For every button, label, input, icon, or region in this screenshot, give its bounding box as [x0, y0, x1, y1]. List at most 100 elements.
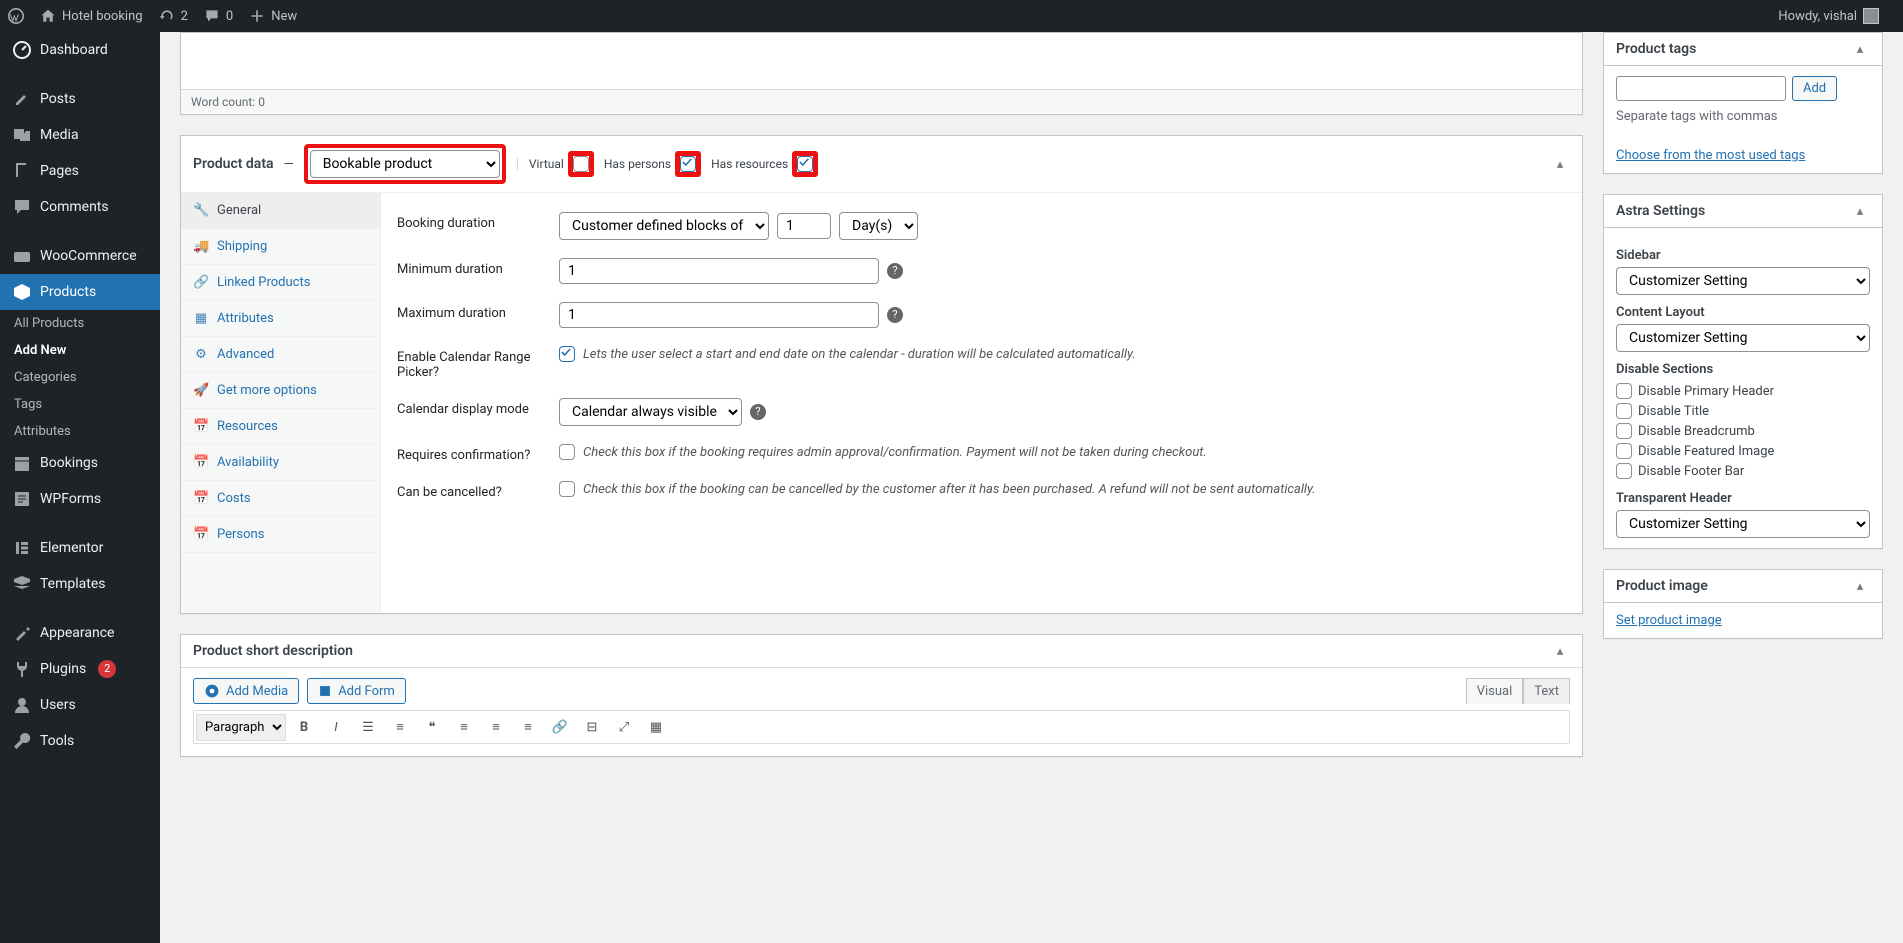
product-type-highlight: Bookable product — [304, 144, 506, 184]
astra-sidebar-select[interactable]: Customizer Setting — [1616, 267, 1870, 295]
align-right-icon[interactable]: ≡ — [514, 713, 542, 741]
tab-linked[interactable]: 🔗Linked Products — [181, 265, 380, 301]
booking-duration-unit[interactable]: Day(s) — [839, 212, 918, 240]
submenu-tags[interactable]: Tags — [0, 391, 160, 418]
collapse-icon[interactable]: ▴ — [1550, 644, 1570, 659]
align-left-icon[interactable]: ≡ — [450, 713, 478, 741]
menu-posts[interactable]: Posts — [0, 81, 160, 117]
range-picker-desc: Lets the user select a start and end dat… — [583, 347, 1136, 362]
virtual-checkbox[interactable] — [573, 156, 589, 172]
readmore-icon[interactable]: ⊟ — [578, 713, 606, 741]
fullscreen-icon[interactable]: ⤢ — [610, 713, 638, 741]
cancellable-checkbox[interactable] — [559, 481, 575, 497]
has-resources-checkbox[interactable] — [797, 156, 813, 172]
max-duration-input[interactable] — [559, 302, 879, 328]
submenu-categories[interactable]: Categories — [0, 364, 160, 391]
menu-woocommerce[interactable]: WooCommerce — [0, 238, 160, 274]
requires-conf-label: Requires confirmation? — [397, 444, 547, 463]
menu-pages[interactable]: Pages — [0, 153, 160, 189]
disable-title-checkbox[interactable] — [1616, 403, 1632, 419]
avatar — [1863, 8, 1879, 24]
tab-persons[interactable]: 📅Persons — [181, 517, 380, 553]
min-duration-input[interactable] — [559, 258, 879, 284]
bullet-list-icon[interactable]: ☰ — [354, 713, 382, 741]
max-duration-label: Maximum duration — [397, 302, 547, 321]
plugins-badge: 2 — [98, 660, 116, 678]
disable-footer-checkbox[interactable] — [1616, 463, 1632, 479]
add-form-button[interactable]: Add Form — [307, 678, 406, 704]
booking-duration-label: Booking duration — [397, 212, 547, 231]
collapse-icon[interactable]: ▴ — [1850, 42, 1870, 57]
wp-logo[interactable] — [0, 0, 32, 32]
disable-featured-checkbox[interactable] — [1616, 443, 1632, 459]
menu-tools[interactable]: Tools — [0, 723, 160, 759]
add-tag-button[interactable]: Add — [1792, 76, 1837, 101]
product-type-select[interactable]: Bookable product — [310, 150, 500, 178]
collapse-icon[interactable]: ▴ — [1850, 579, 1870, 594]
tab-resources[interactable]: 📅Resources — [181, 409, 380, 445]
menu-dashboard[interactable]: Dashboard — [0, 32, 160, 68]
new-link[interactable]: New — [241, 0, 305, 32]
menu-wpforms[interactable]: WPForms — [0, 481, 160, 517]
submenu-add-new[interactable]: Add New — [0, 337, 160, 364]
tab-costs[interactable]: 📅Costs — [181, 481, 380, 517]
disable-breadcrumb-checkbox[interactable] — [1616, 423, 1632, 439]
tab-availability[interactable]: 📅Availability — [181, 445, 380, 481]
most-used-tags-link[interactable]: Choose from the most used tags — [1616, 148, 1805, 163]
italic-icon[interactable]: I — [322, 713, 350, 741]
tab-attributes[interactable]: ▦Attributes — [181, 301, 380, 337]
booking-duration-mode[interactable]: Customer defined blocks of — [559, 212, 769, 240]
menu-elementor[interactable]: Elementor — [0, 530, 160, 566]
tab-get-more[interactable]: 🚀Get more options — [181, 373, 380, 409]
has-persons-checkbox[interactable] — [680, 156, 696, 172]
word-count: Word count: 0 — [181, 89, 1582, 114]
link-icon[interactable]: 🔗 — [546, 713, 574, 741]
help-icon[interactable]: ? — [887, 263, 903, 279]
range-picker-checkbox[interactable] — [559, 346, 575, 362]
short-description-panel: Product short description ▴ Add Media Ad… — [180, 634, 1583, 757]
booking-duration-qty[interactable] — [777, 213, 831, 239]
collapse-icon[interactable]: ▴ — [1850, 204, 1870, 219]
comments-link[interactable]: 0 — [196, 0, 241, 32]
tab-shipping[interactable]: 🚚Shipping — [181, 229, 380, 265]
cancellable-label: Can be cancelled? — [397, 481, 547, 500]
short-desc-title: Product short description — [193, 643, 1550, 659]
align-center-icon[interactable]: ≡ — [482, 713, 510, 741]
image-title: Product image — [1616, 578, 1850, 594]
updates-link[interactable]: 2 — [151, 0, 196, 32]
collapse-icon[interactable]: ▴ — [1550, 157, 1570, 172]
editor-toolbar: Paragraph B I ☰ ≡ ❝ ≡ ≡ ≡ 🔗 ⊟ ⤢ ▦ — [193, 710, 1570, 744]
set-product-image-link[interactable]: Set product image — [1616, 613, 1722, 628]
menu-bookings[interactable]: Bookings — [0, 445, 160, 481]
help-icon[interactable]: ? — [887, 307, 903, 323]
requires-conf-checkbox[interactable] — [559, 444, 575, 460]
howdy-link[interactable]: Howdy, vishal — [1770, 0, 1887, 32]
tab-advanced[interactable]: ⚙Advanced — [181, 337, 380, 373]
menu-plugins[interactable]: Plugins2 — [0, 651, 160, 687]
submenu-attributes[interactable]: Attributes — [0, 418, 160, 445]
bold-icon[interactable]: B — [290, 713, 318, 741]
number-list-icon[interactable]: ≡ — [386, 713, 414, 741]
menu-media[interactable]: Media — [0, 117, 160, 153]
astra-title: Astra Settings — [1616, 203, 1850, 219]
kitchensink-icon[interactable]: ▦ — [642, 713, 670, 741]
help-icon[interactable]: ? — [750, 404, 766, 420]
add-media-button[interactable]: Add Media — [193, 678, 299, 704]
menu-users[interactable]: Users — [0, 687, 160, 723]
tag-input[interactable] — [1616, 76, 1786, 101]
disable-header-checkbox[interactable] — [1616, 383, 1632, 399]
menu-products[interactable]: Products — [0, 274, 160, 310]
cal-mode-select[interactable]: Calendar always visible — [559, 398, 742, 426]
format-select[interactable]: Paragraph — [196, 714, 286, 741]
menu-comments[interactable]: Comments — [0, 189, 160, 225]
menu-templates[interactable]: Templates — [0, 566, 160, 602]
astra-transparent-select[interactable]: Customizer Setting — [1616, 510, 1870, 538]
editor-tab-text[interactable]: Text — [1523, 678, 1570, 704]
astra-content-select[interactable]: Customizer Setting — [1616, 324, 1870, 352]
tab-general[interactable]: 🔧General — [181, 193, 380, 229]
quote-icon[interactable]: ❝ — [418, 713, 446, 741]
site-link[interactable]: Hotel booking — [32, 0, 151, 32]
submenu-all-products[interactable]: All Products — [0, 310, 160, 337]
editor-tab-visual[interactable]: Visual — [1466, 678, 1524, 704]
menu-appearance[interactable]: Appearance — [0, 615, 160, 651]
